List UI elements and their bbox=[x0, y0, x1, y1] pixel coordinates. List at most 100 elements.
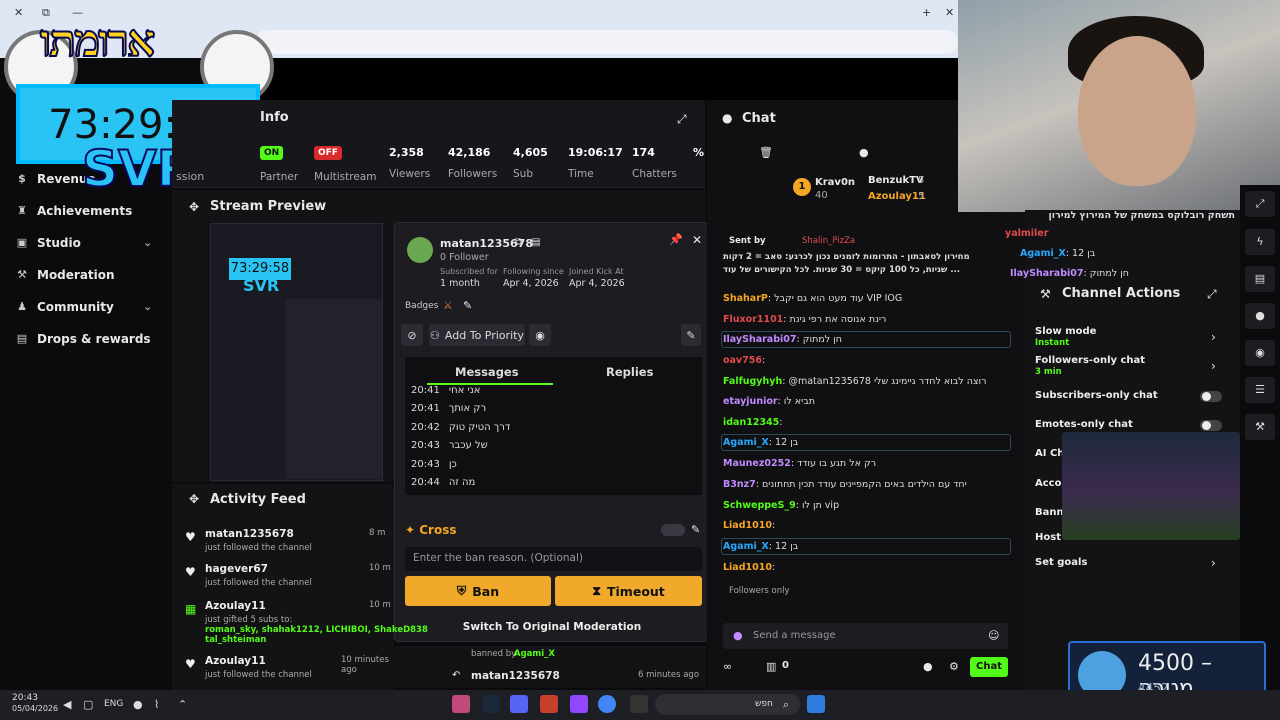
new-tab-icon[interactable]: + bbox=[922, 6, 931, 19]
trophy-icon: ♜ bbox=[17, 204, 27, 217]
stat-percent: % bbox=[693, 146, 705, 159]
emoji-icon[interactable]: ☺ bbox=[988, 629, 999, 642]
language-indicator[interactable]: ENG bbox=[104, 699, 123, 709]
top-user[interactable]: BenzukTV bbox=[868, 175, 924, 186]
rank-badge: 1 bbox=[793, 178, 811, 196]
chat-input[interactable]: Send a message bbox=[723, 623, 1008, 649]
add-priority-button[interactable]: ⚇ Add To Priority bbox=[429, 324, 525, 346]
subscribers-only-row[interactable]: Subscribers-only chat bbox=[1035, 390, 1158, 401]
sidebar-item-moderation[interactable]: ⚒ Moderation bbox=[16, 268, 115, 282]
card-icon[interactable]: ▤ bbox=[531, 237, 540, 248]
rail-button[interactable]: ⚒ bbox=[1245, 414, 1275, 440]
overlay-chat-user[interactable]: yalmiler bbox=[1005, 228, 1125, 239]
chat-message: Liad1010: bbox=[723, 562, 776, 573]
rail-button[interactable]: ● bbox=[1245, 303, 1275, 329]
copy-icon[interactable]: ⧉ bbox=[515, 237, 522, 248]
users-icon[interactable]: ∞ bbox=[723, 660, 732, 673]
chevron-right-icon[interactable]: › bbox=[1211, 330, 1216, 344]
app-icon[interactable] bbox=[570, 695, 588, 713]
set-goals-row[interactable]: Set goals bbox=[1035, 557, 1087, 568]
taskbar-date[interactable]: 05/04/2026 bbox=[12, 704, 58, 713]
taskbar-time[interactable]: 20:43 bbox=[12, 693, 38, 703]
sidebar-item-community[interactable]: ♟ Community bbox=[16, 300, 114, 314]
chevron-up-icon[interactable]: ⌃ bbox=[178, 698, 187, 711]
emotes-only-toggle[interactable] bbox=[1200, 420, 1222, 431]
mic-icon[interactable]: ● bbox=[733, 629, 743, 642]
gift-icon: ▤ bbox=[16, 332, 28, 345]
store-icon[interactable]: ▥ bbox=[766, 660, 776, 673]
chat-settings-icon[interactable]: ● bbox=[923, 660, 933, 673]
banned-user[interactable]: matan1235678 bbox=[471, 670, 560, 682]
edit-icon[interactable]: ✎ bbox=[691, 523, 700, 536]
volume-icon[interactable]: ◀ bbox=[63, 698, 71, 711]
stat-time: 19:06:17 Time bbox=[568, 146, 623, 180]
ban-button[interactable]: ⛨ Ban bbox=[405, 576, 551, 606]
search-bar[interactable]: חפש ⌕ bbox=[655, 694, 800, 715]
undo-icon[interactable]: ↶ bbox=[452, 670, 460, 681]
stat-partner: Partner bbox=[260, 171, 299, 183]
drag-handle-icon[interactable]: ✥ bbox=[189, 492, 199, 506]
edit-icon[interactable]: ✎ bbox=[463, 299, 472, 312]
chrome-icon[interactable] bbox=[598, 695, 616, 713]
multistream-off-badge[interactable]: OFF bbox=[314, 146, 342, 160]
address-bar[interactable] bbox=[255, 30, 958, 54]
drag-handle-icon[interactable]: ✥ bbox=[189, 200, 199, 214]
tab-messages[interactable]: Messages bbox=[455, 365, 519, 379]
top-user[interactable]: Krav0n bbox=[815, 177, 855, 188]
timeout-button[interactable]: ⧗ Timeout bbox=[555, 576, 702, 606]
chat-icon[interactable]: ● bbox=[859, 146, 869, 159]
rail-button[interactable]: ⤢ bbox=[1245, 191, 1275, 217]
chevron-down-icon[interactable]: ⌄ bbox=[143, 300, 152, 313]
send-chat-button[interactable]: Chat bbox=[970, 657, 1008, 677]
tools-icon: ⚒ bbox=[1040, 287, 1051, 301]
mic-icon[interactable]: ● bbox=[133, 698, 143, 711]
rail-button[interactable]: ☰ bbox=[1245, 377, 1275, 403]
chevron-down-icon[interactable]: ⌄ bbox=[143, 236, 152, 249]
sidebar-item-drops[interactable]: ▤ Drops & rewards bbox=[16, 332, 151, 346]
stream-preview-video[interactable]: 73:29:58 SVR bbox=[210, 223, 383, 481]
rail-button[interactable]: ◉ bbox=[1245, 340, 1275, 366]
cross-toggle[interactable] bbox=[661, 524, 685, 536]
pinned-sender[interactable]: Shalin_PizZa bbox=[802, 236, 855, 246]
rail-button[interactable]: ▤ bbox=[1245, 266, 1275, 292]
steam-icon[interactable] bbox=[482, 695, 500, 713]
gear-icon[interactable]: ⚙ bbox=[949, 660, 959, 673]
slow-mode-row[interactable]: Slow mode Instant bbox=[1035, 326, 1096, 348]
partner-on-badge[interactable]: ON bbox=[260, 146, 284, 160]
popout-icon[interactable]: ⤢ bbox=[677, 112, 687, 127]
emotes-only-row[interactable]: Emotes-only chat bbox=[1035, 419, 1133, 430]
activity-feed-panel: ✥ Activity Feed ♥ matan1235678 just foll… bbox=[172, 484, 428, 690]
trash-icon[interactable]: 🗑 bbox=[759, 146, 773, 159]
thumb-screen bbox=[286, 299, 382, 479]
sidebar-item-achievements[interactable]: ♜ Achievements bbox=[16, 204, 132, 218]
heart-icon: ♥ bbox=[185, 565, 196, 579]
sidebar-item-studio[interactable]: ▣ Studio bbox=[16, 236, 81, 250]
close-icon[interactable]: ✕ bbox=[692, 233, 702, 247]
message-row: 20:43 של עכבר bbox=[411, 440, 488, 451]
rail-button[interactable]: ϟ bbox=[1245, 229, 1275, 255]
discord-icon[interactable] bbox=[510, 695, 528, 713]
start-icon[interactable] bbox=[807, 695, 825, 713]
subscribers-only-toggle[interactable] bbox=[1200, 391, 1222, 402]
network-icon[interactable]: ▢ bbox=[83, 698, 93, 711]
app-icon[interactable] bbox=[452, 695, 470, 713]
mic-button[interactable]: ✎ bbox=[681, 324, 701, 346]
overlay-chat-line: IlaySharabi07: חן למתוק bbox=[1010, 268, 1129, 279]
app-icon[interactable] bbox=[540, 695, 558, 713]
tab-replies[interactable]: Replies bbox=[606, 365, 653, 379]
block-button[interactable]: ⊘ bbox=[401, 324, 423, 346]
popout-icon[interactable]: ⤢ bbox=[1207, 287, 1217, 302]
heart-icon: ♥ bbox=[185, 530, 196, 544]
chevron-right-icon[interactable]: › bbox=[1211, 556, 1216, 570]
ban-reason-input[interactable]: Enter the ban reason. (Optional) bbox=[405, 547, 702, 571]
view-button[interactable]: ◉ bbox=[529, 324, 551, 346]
banned-by-user[interactable]: Agami_X bbox=[514, 649, 555, 659]
chevron-right-icon[interactable]: › bbox=[1211, 359, 1216, 373]
pin-icon[interactable]: 📌 bbox=[669, 233, 683, 246]
files-icon[interactable] bbox=[630, 695, 648, 713]
followers-only-row[interactable]: Followers-only chat 3 min bbox=[1035, 355, 1145, 377]
panel-title: Stream Preview bbox=[210, 199, 327, 214]
window-close-icon[interactable]: ✕ bbox=[945, 6, 954, 19]
wifi-icon[interactable]: ⌇ bbox=[154, 698, 159, 711]
switch-moderation-button[interactable]: Switch To Original Moderation bbox=[395, 621, 709, 633]
